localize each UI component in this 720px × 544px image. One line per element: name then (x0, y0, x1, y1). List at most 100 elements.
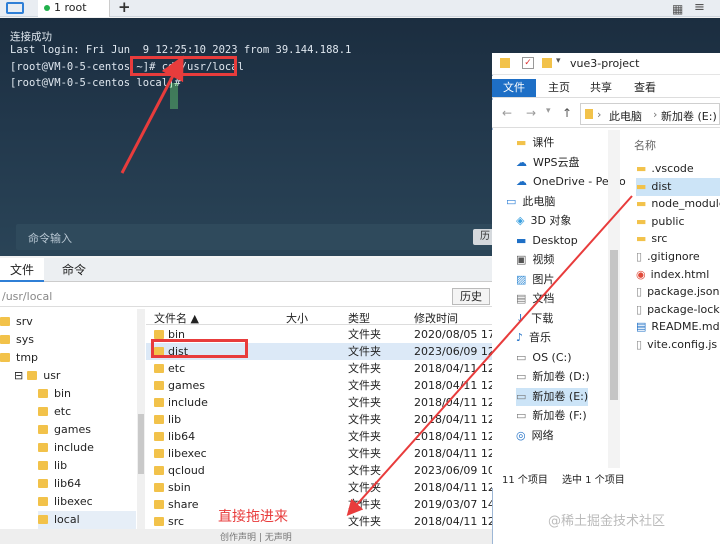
history-button[interactable]: 历史 (452, 288, 490, 305)
tab-file[interactable]: 文件 (0, 258, 44, 282)
breadcrumb-drive-e[interactable]: 新加卷 (E:) (661, 108, 717, 124)
folder-icon (500, 58, 510, 68)
music-icon: ♪ (516, 331, 524, 344)
nav-item[interactable]: ▭ 此电脑 (506, 193, 555, 211)
breadcrumb[interactable]: › 此电脑 › 新加卷 (E:) (580, 103, 720, 125)
tree-item[interactable]: sys (0, 331, 34, 349)
table-row[interactable]: etc 文件夹 2018/04/11 12:5 (146, 360, 492, 377)
chevron-down-icon[interactable]: ▾ (556, 56, 561, 66)
tree-item[interactable]: ⊟ usr (14, 367, 60, 385)
tree-item[interactable]: local (38, 511, 136, 529)
table-row[interactable]: src文件夹2018/04/11 12:59drwxr-xr-xroot/roo… (146, 513, 492, 530)
table-row[interactable]: lib 文件夹 2018/04/11 12:5 (146, 411, 492, 428)
session-tab-root[interactable]: 1 root (38, 0, 110, 17)
tab-command[interactable]: 命令 (52, 258, 96, 282)
terminal-line: Last login: Fri Jun 9 12:25:10 2023 from… (10, 44, 352, 56)
nav-item[interactable]: ◎ 网络 (516, 427, 554, 445)
tree-item[interactable]: libexec (38, 493, 93, 511)
nav-item[interactable]: ▭ 新加卷 (D:) (516, 368, 590, 386)
file-type: 文件夹 (348, 379, 381, 392)
command-input[interactable]: 命令输入 (16, 224, 506, 250)
folder-icon (38, 389, 48, 398)
file-item[interactable]: ▤ README.md (636, 318, 720, 336)
chevron-down-icon[interactable]: ▾ (546, 106, 551, 116)
ribbon-tab-home[interactable]: 主页 (548, 79, 570, 97)
table-row[interactable]: sbin 文件夹 2018/04/11 12:5 (146, 479, 492, 496)
file-item[interactable]: ▬ public (636, 213, 720, 231)
breadcrumb-pc[interactable]: 此电脑 (609, 108, 642, 124)
col-mtime[interactable]: 修改时间 (414, 310, 458, 326)
nav-item[interactable]: ▣ 视频 (516, 251, 554, 269)
nav-item[interactable]: ▭ 新加卷 (F:) (516, 407, 587, 425)
table-row[interactable]: libexec 文件夹 2018/04/11 12:5 (146, 445, 492, 462)
file-item[interactable]: ◉ index.html (636, 266, 720, 284)
nav-item-label: 下载 (531, 311, 554, 325)
table-row[interactable]: lib64 文件夹 2018/04/11 12:5 (146, 428, 492, 445)
nav-item-label: 图片 (532, 272, 555, 286)
file-item[interactable]: ▯ package.json (636, 283, 720, 301)
ribbon-tab-file[interactable]: 文件 (492, 79, 536, 97)
file-item[interactable]: ▬ dist (636, 177, 720, 196)
col-name-header[interactable]: 名称 (634, 137, 656, 153)
file-item[interactable]: ▯ package-lock.json (636, 301, 720, 319)
checkbox-icon[interactable]: ✓ (522, 57, 534, 69)
folder-icon (38, 479, 48, 488)
tree-item[interactable]: lib64 (38, 475, 81, 493)
tree-item[interactable]: tmp (0, 349, 38, 367)
col-size[interactable]: 大小 (286, 310, 308, 326)
col-type[interactable]: 类型 (348, 310, 370, 326)
table-row[interactable]: include 文件夹 2018/04/11 12:5 (146, 394, 492, 411)
tree-item[interactable]: include (38, 439, 94, 457)
file-item[interactable]: ▬ node_modules (636, 195, 720, 213)
folder-icon (27, 371, 38, 380)
file-item-label: README.md (651, 320, 720, 334)
forward-arrow-icon[interactable]: → (526, 106, 536, 120)
file-item[interactable]: ▬ src (636, 230, 720, 248)
nav-item[interactable]: ▬ 课件 (516, 134, 554, 152)
tree-item[interactable]: bin (38, 385, 71, 403)
folder-icon (585, 109, 593, 119)
ribbon-tab-view[interactable]: 查看 (634, 79, 656, 97)
col-name[interactable]: 文件名 ▲ (154, 310, 199, 326)
tree-scrollbar[interactable] (137, 309, 145, 531)
back-arrow-icon[interactable]: ← (502, 106, 512, 120)
nav-scrollbar[interactable] (608, 130, 620, 468)
nav-scrollbar-thumb[interactable] (610, 250, 618, 400)
folder-icon: ▬ (636, 214, 647, 228)
menu-icon[interactable]: ≡ (694, 0, 705, 15)
nav-item[interactable]: ☁ WPS云盘 (516, 154, 580, 172)
up-arrow-icon[interactable]: ↑ (562, 106, 572, 120)
nav-item[interactable]: ↓ 下载 (516, 310, 553, 328)
nav-item[interactable]: ▭ 新加卷 (E:) (516, 387, 589, 406)
nav-item[interactable]: ▬ Desktop (516, 232, 578, 250)
folder-icon (38, 515, 48, 524)
file-mtime: 2023/06/09 10: (414, 464, 492, 477)
ribbon-tab-share[interactable]: 共享 (590, 79, 612, 97)
folder-icon[interactable] (6, 2, 24, 14)
table-row[interactable]: qcloud 文件夹 2023/06/09 10: (146, 462, 492, 479)
folder-icon (154, 330, 164, 339)
table-row[interactable]: games 文件夹 2018/04/11 12:5 (146, 377, 492, 394)
grid-view-icon[interactable]: ▦ (672, 2, 683, 16)
table-row[interactable]: share 文件夹 2019/03/07 14: (146, 496, 492, 513)
drive-icon: ▭ (516, 350, 527, 364)
tree-item[interactable]: etc (38, 403, 71, 421)
file-item[interactable]: ▬ .vscode (636, 160, 720, 178)
nav-item[interactable]: ♪ 音乐 (516, 329, 551, 347)
tree-item[interactable]: games (38, 421, 91, 439)
nav-item[interactable]: ◈ 3D 对象 (516, 212, 571, 230)
tree-item-label: lib64 (54, 477, 82, 490)
nav-item[interactable]: ▨ 图片 (516, 271, 554, 289)
collapse-icon[interactable]: ⊟ (14, 369, 23, 382)
path-input[interactable]: /usr/local (2, 290, 52, 303)
tree-item[interactable]: srv (0, 313, 33, 331)
nav-item[interactable]: ▭ OS (C:) (516, 349, 572, 367)
selected-count: 选中 1 个项目 (562, 475, 625, 486)
tree-item[interactable]: lib (38, 457, 67, 475)
new-tab-button[interactable]: + (118, 0, 131, 16)
file-item[interactable]: ▯ vite.config.js (636, 336, 720, 354)
tree-item-label: bin (54, 387, 72, 400)
file-item[interactable]: ▯ .gitignore (636, 248, 720, 266)
tree-scrollbar-thumb[interactable] (138, 414, 144, 474)
nav-item[interactable]: ▤ 文档 (516, 290, 554, 308)
